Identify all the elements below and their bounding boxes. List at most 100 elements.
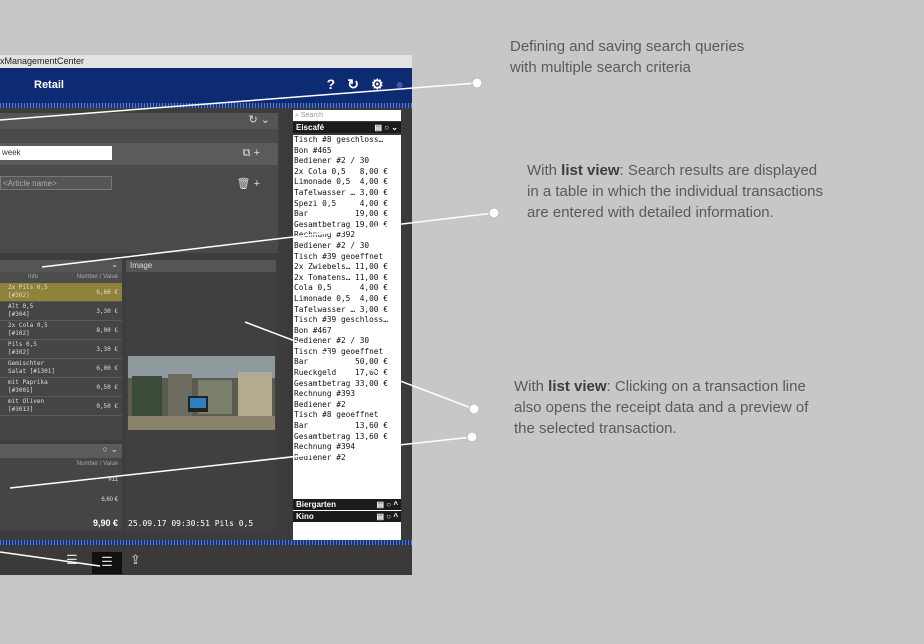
table-row[interactable]: Alt 0,5 [#304] 3,30 €: [0, 302, 122, 321]
column-info: Info: [27, 274, 38, 280]
summary-row: #11: [108, 477, 118, 483]
receipt-line: Rueckgeld 17,00 €: [294, 368, 388, 378]
chevron-down-icon[interactable]: ⌄: [111, 260, 118, 269]
list-view-icon[interactable]: ☰: [92, 552, 122, 574]
receipt-line: Gesamtbetrag 19,00 €: [294, 219, 388, 229]
group-eiscafe[interactable]: Eiscafé ▤ ○ ⌄: [293, 122, 401, 133]
receipt-line: Tisch #8 geschloss…: [294, 135, 384, 144]
row-value: 6,00 €: [96, 365, 118, 372]
bottom-toolbar: ☰ ☰ ⇪: [0, 545, 412, 575]
annotation-bold: list view: [561, 162, 620, 179]
group-biergarten[interactable]: Biergarten ▤ ○ ^: [293, 499, 401, 510]
receipt-icon[interactable]: ▤ ○ ⌄: [374, 122, 398, 133]
search-input[interactable]: ⌕ Search: [293, 110, 401, 121]
gear-icon[interactable]: ⚙: [371, 76, 384, 93]
annotation-list-view-table: With list view: Search results are displ…: [527, 160, 827, 223]
summary-total: 9,90 €: [92, 518, 118, 528]
receipt-line: Bar 13,60 €: [294, 421, 388, 431]
image-label: Image: [126, 260, 276, 272]
receipt-line: Tisch #39 geoeffnet: [294, 346, 384, 356]
refresh-icon[interactable]: ↻: [347, 76, 359, 93]
receipt-line: Limonade 0,5 4,00 €: [294, 293, 388, 303]
row-info: 2x Cola 0,5 [#102]: [8, 322, 48, 337]
export-icon[interactable]: ⇪: [130, 552, 141, 568]
receipt-line: Bar 50,00 €: [294, 357, 388, 367]
row-value: 6,60 €: [96, 289, 118, 296]
image-caption: 25.09.17 09:30:51 Pils 0,5: [128, 519, 254, 528]
callout-dot: [471, 77, 483, 89]
transaction-table: ⌄ Info Number / Value 2x Pils 0,5 [#302]…: [0, 260, 122, 440]
receipt-line: Cola 0,5 4,00 €: [294, 283, 388, 293]
scroll-arrows[interactable]: ^ ⌄: [293, 524, 401, 535]
summary-toolbar: ○ ⌄: [0, 444, 122, 458]
query-row: week ⧉ +: [0, 143, 278, 165]
receipt-line: Tisch #39 geschloss…: [294, 315, 388, 325]
table-toolbar: ⌄: [0, 260, 122, 272]
receipt-line: Bediener #2 / 30: [294, 156, 370, 166]
table-row[interactable]: mit Oliven [#3013] 0,50 €: [0, 397, 122, 416]
annotation-list-view-preview: With list view: Clicking on a transactio…: [514, 376, 814, 439]
annotation-text: With: [514, 378, 549, 395]
row-info: Alt 0,5 [#304]: [8, 303, 34, 318]
table-row[interactable]: mit Paprika [#3001] 0,50 €: [0, 378, 122, 397]
receipt-line: Bediener #2 / 30: [294, 240, 370, 250]
comment-icon[interactable]: ○ ⌄: [103, 444, 118, 454]
group-label: Kino: [296, 512, 314, 521]
group-list-bottom: Biergarten ▤ ○ ^ Kino ▤ ○ ^ ^ ⌄: [293, 499, 401, 534]
receipt-line: Tafelwasser … 3,00 €: [294, 304, 388, 314]
table-row[interactable]: 2x Pils 0,5 [#302] 6,60 €: [0, 283, 122, 302]
table-header: Info Number / Value: [0, 272, 122, 283]
receipt-icon[interactable]: ▤ ○ ^: [376, 511, 398, 522]
summary-panel: ○ ⌄ Number / Value #11 6,60 € 9,90 €: [0, 444, 122, 530]
receipt-line: Bediener #2: [294, 399, 346, 409]
receipt-line: 2x Cola 0,5 8,00 €: [294, 166, 388, 176]
row-value: 0,50 €: [96, 403, 118, 410]
receipt-line: Rechnung #394: [294, 442, 356, 452]
article-name-field[interactable]: <Article name>: [0, 176, 112, 190]
receipt-line: Rechnung #393: [294, 389, 356, 399]
query-field[interactable]: week: [0, 146, 112, 160]
search-query-panel: ↻ ⌄ week ⧉ + <Article name> 🗑 +: [0, 113, 278, 253]
user-icon[interactable]: ●: [396, 76, 404, 93]
callout-dot: [468, 403, 480, 415]
receipt-icon[interactable]: ▤ ○ ^: [376, 499, 398, 510]
row-info: 2x Pils 0,5 [#302]: [8, 284, 48, 299]
receipt-line: Rechnung #392: [294, 230, 356, 240]
panel-toolbar: ↻ ⌄: [0, 113, 278, 129]
receipt-column: ⌕ Search Eiscafé ▤ ○ ⌄ Tisch #8 geschlos…: [287, 108, 412, 551]
row-value: 3,30 €: [96, 308, 118, 315]
table-row[interactable]: 2x Cola 0,5 [#102] 8,00 €: [0, 321, 122, 340]
row-value: 3,30 €: [96, 346, 118, 353]
group-label: Eiscafé: [296, 123, 325, 132]
grid-view-icon[interactable]: ☰: [66, 552, 78, 568]
receipt-line: Bon #465: [294, 145, 332, 155]
receipt-line: 2x Zwiebels… 11,00 €: [294, 262, 388, 272]
table-row[interactable]: Gemischter Salat [#1301] 6,00 €: [0, 359, 122, 378]
receipt-line: Bediener #2: [294, 452, 346, 462]
window-titlebar: xManagementCenter: [0, 55, 412, 68]
refresh-icon[interactable]: ↻ ⌄: [249, 114, 271, 126]
annotation-search-queries: Defining and saving search queries with …: [510, 38, 745, 76]
receipt-line: Gesamtbetrag 33,00 €: [294, 378, 388, 388]
callout-dot: [488, 207, 500, 219]
help-icon[interactable]: ?: [327, 76, 336, 93]
annotation-text: With: [527, 162, 562, 179]
receipt-line: Bon #467: [294, 325, 332, 335]
receipt-line: Bediener #2 / 30: [294, 336, 370, 346]
receipt-line: Bar 19,00 €: [294, 209, 388, 219]
delete-add-icon[interactable]: 🗑 +: [237, 177, 260, 190]
app-window: xManagementCenter Retail ? ↻ ⚙ ● ↻ ⌄ wee…: [0, 55, 412, 575]
row-value: 0,50 €: [96, 384, 118, 391]
group-kino[interactable]: Kino ▤ ○ ^: [293, 511, 401, 522]
image-preview-panel: Image 25.09.17 09:30:51 Pils 0,5: [126, 260, 276, 530]
row-info: mit Paprika [#3001]: [8, 379, 48, 394]
receipt-photo: [128, 356, 275, 430]
receipt-line: 2x Tomatens… 11,00 €: [294, 272, 388, 282]
summary-row: 6,60 €: [101, 497, 118, 503]
table-row[interactable]: Pils 0,5 [#302] 3,30 €: [0, 340, 122, 359]
summary-column: Number / Value: [76, 461, 118, 467]
copy-add-icon[interactable]: ⧉ +: [243, 147, 260, 160]
row-info: Gemischter Salat [#1301]: [8, 360, 55, 375]
row-info: mit Oliven [#3013]: [8, 398, 45, 413]
section-title: Retail: [34, 79, 64, 91]
